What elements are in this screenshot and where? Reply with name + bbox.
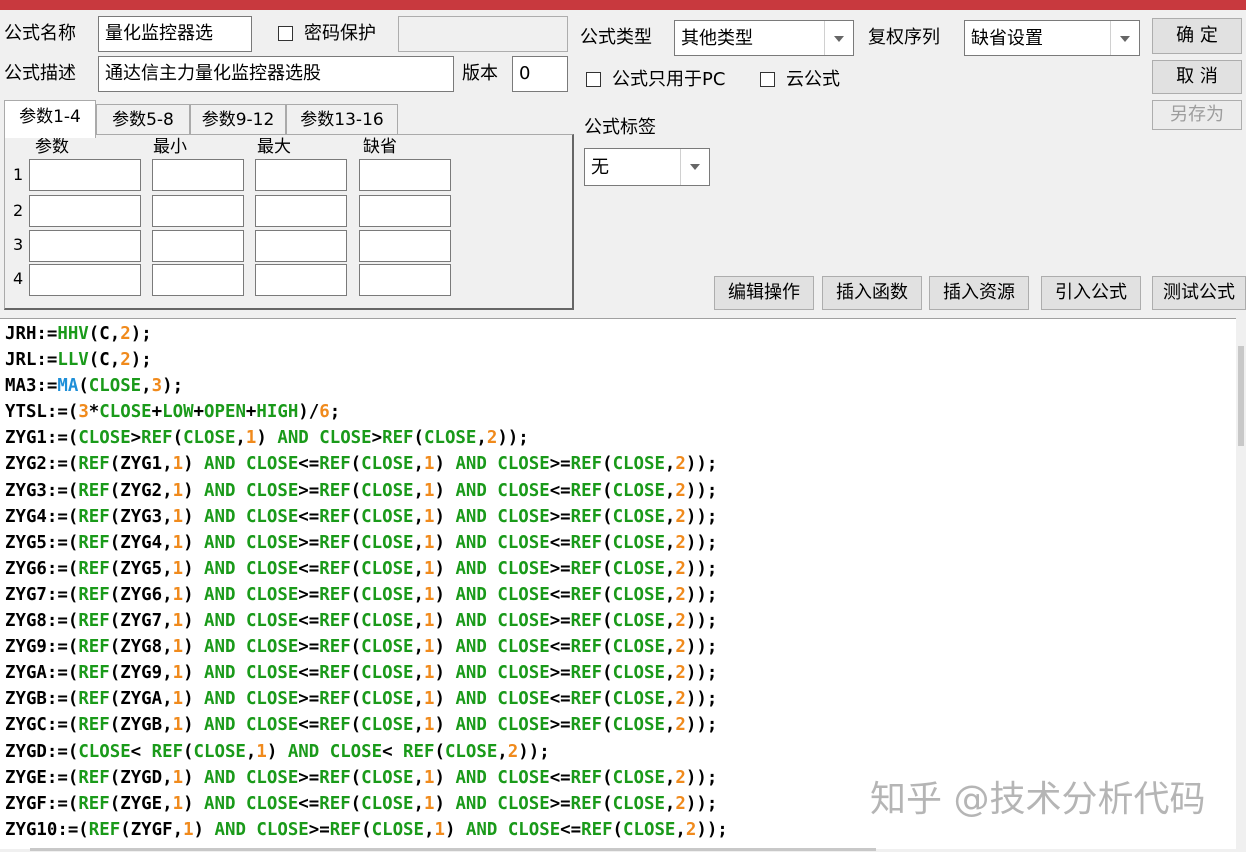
param-2-min[interactable]	[152, 195, 244, 227]
code-line[interactable]: ZYG9:=(REF(ZYG8,1) AND CLOSE>=REF(CLOSE,…	[5, 637, 717, 657]
code-line[interactable]: ZYG3:=(REF(ZYG2,1) AND CLOSE>=REF(CLOSE,…	[5, 481, 717, 501]
code-line[interactable]: ZYGA:=(REF(ZYG9,1) AND CLOSE<=REF(CLOSE,…	[5, 663, 717, 683]
adjust-select[interactable]: 缺省设置	[964, 20, 1140, 56]
param-3-name[interactable]	[29, 230, 141, 262]
param-1-name[interactable]	[29, 159, 141, 191]
code-editor[interactable]: JRH:=HHV(C,2); JRL:=LLV(C,2); MA3:=MA(CL…	[0, 318, 1236, 849]
ok-button[interactable]: 确 定	[1152, 18, 1242, 54]
code-line[interactable]: JRH:=HHV(C,2);	[5, 324, 152, 344]
param-table-panel: 参数 最小 最大 缺省 1 2 3 4	[4, 134, 574, 310]
import-formula-button[interactable]: 引入公式	[1041, 276, 1141, 310]
save-as-button[interactable]: 另存为	[1152, 100, 1242, 130]
horizontal-scrollbar[interactable]	[30, 848, 876, 851]
param-3-default[interactable]	[359, 230, 451, 262]
formula-desc-label: 公式描述	[4, 63, 76, 84]
password-input[interactable]	[398, 16, 568, 52]
code-line[interactable]: JRL:=LLV(C,2);	[5, 350, 152, 370]
code-line[interactable]: ZYG10:=(REF(ZYGF,1) AND CLOSE>=REF(CLOSE…	[5, 820, 728, 840]
param-header-name: 参数	[35, 137, 69, 157]
param-row-index: 2	[13, 201, 24, 220]
code-line[interactable]: ZYG8:=(REF(ZYG7,1) AND CLOSE<=REF(CLOSE,…	[5, 611, 717, 631]
formula-tag-label: 公式标签	[584, 117, 656, 138]
watermark: 知乎 @技术分析代码	[870, 779, 1206, 820]
param-3-max[interactable]	[255, 230, 347, 262]
version-label: 版本	[462, 63, 498, 84]
tab-params-5-8[interactable]: 参数5-8	[96, 104, 190, 134]
param-4-name[interactable]	[29, 264, 141, 296]
code-line[interactable]: ZYGC:=(REF(ZYGB,1) AND CLOSE<=REF(CLOSE,…	[5, 715, 717, 735]
cloud-checkbox[interactable]	[760, 72, 775, 87]
param-3-min[interactable]	[152, 230, 244, 262]
formula-name-label: 公式名称	[4, 23, 76, 44]
cloud-label: 云公式	[786, 69, 840, 90]
chevron-down-icon[interactable]	[1110, 21, 1139, 55]
password-label: 密码保护	[304, 23, 376, 44]
pc-only-checkbox[interactable]	[586, 72, 601, 87]
formula-tag-select[interactable]: 无	[584, 148, 710, 186]
formula-name-input[interactable]: 量化监控器选	[98, 16, 252, 52]
code-text[interactable]: JRH:=HHV(C,2); JRL:=LLV(C,2); MA3:=MA(CL…	[5, 321, 728, 843]
param-row-index: 1	[13, 165, 24, 184]
insert-resource-button[interactable]: 插入资源	[929, 276, 1029, 310]
param-header-default: 缺省	[363, 137, 397, 157]
code-line[interactable]: ZYG6:=(REF(ZYG5,1) AND CLOSE<=REF(CLOSE,…	[5, 559, 717, 579]
param-4-min[interactable]	[152, 264, 244, 296]
formula-type-value: 其他类型	[681, 28, 753, 49]
code-line[interactable]: ZYG4:=(REF(ZYG3,1) AND CLOSE<=REF(CLOSE,…	[5, 507, 717, 527]
param-2-name[interactable]	[29, 195, 141, 227]
code-line[interactable]: ZYGD:=(CLOSE< REF(CLOSE,1) AND CLOSE< RE…	[5, 742, 550, 762]
param-2-default[interactable]	[359, 195, 451, 227]
code-line[interactable]: ZYG2:=(REF(ZYG1,1) AND CLOSE<=REF(CLOSE,…	[5, 454, 717, 474]
scrollbar-thumb[interactable]	[1238, 346, 1244, 446]
param-header-min: 最小	[153, 137, 187, 157]
code-line[interactable]: YTSL:=(3*CLOSE+LOW+OPEN+HIGH)/6;	[5, 402, 340, 422]
param-4-default[interactable]	[359, 264, 451, 296]
code-line[interactable]: MA3:=MA(CLOSE,3);	[5, 376, 183, 396]
param-1-min[interactable]	[152, 159, 244, 191]
chevron-down-icon[interactable]	[680, 149, 709, 185]
param-1-default[interactable]	[359, 159, 451, 191]
code-line[interactable]: ZYG1:=(CLOSE>REF(CLOSE,1) AND CLOSE>REF(…	[5, 428, 529, 448]
code-line[interactable]: ZYGE:=(REF(ZYGD,1) AND CLOSE>=REF(CLOSE,…	[5, 768, 717, 788]
version-input[interactable]: 0	[512, 56, 568, 92]
tab-params-1-4[interactable]: 参数1-4	[4, 100, 96, 138]
edit-ops-button[interactable]: 编辑操作	[714, 276, 814, 310]
chevron-down-icon[interactable]	[824, 21, 853, 55]
formula-type-select[interactable]: 其他类型	[674, 20, 854, 56]
vertical-scrollbar[interactable]	[1236, 318, 1246, 848]
adjust-label: 复权序列	[868, 27, 940, 48]
window-title-bar	[0, 0, 1246, 10]
adjust-value: 缺省设置	[971, 28, 1043, 49]
param-header-max: 最大	[257, 137, 291, 157]
insert-function-button[interactable]: 插入函数	[822, 276, 922, 310]
cancel-button[interactable]: 取 消	[1152, 60, 1242, 94]
test-formula-button[interactable]: 测试公式	[1152, 276, 1246, 310]
code-line[interactable]: ZYG5:=(REF(ZYG4,1) AND CLOSE>=REF(CLOSE,…	[5, 533, 717, 553]
code-line[interactable]: ZYG7:=(REF(ZYG6,1) AND CLOSE>=REF(CLOSE,…	[5, 585, 717, 605]
param-1-max[interactable]	[255, 159, 347, 191]
formula-type-label: 公式类型	[580, 27, 652, 48]
tab-params-13-16[interactable]: 参数13-16	[286, 104, 398, 134]
formula-tag-value: 无	[591, 157, 609, 178]
formula-desc-input[interactable]: 通达信主力量化监控器选股	[98, 56, 454, 92]
code-line[interactable]: ZYGB:=(REF(ZYGA,1) AND CLOSE>=REF(CLOSE,…	[5, 689, 717, 709]
pc-only-label: 公式只用于PC	[612, 69, 726, 90]
param-2-max[interactable]	[255, 195, 347, 227]
param-row-index: 4	[13, 269, 24, 288]
param-row-index: 3	[13, 235, 24, 254]
param-4-max[interactable]	[255, 264, 347, 296]
password-checkbox[interactable]	[278, 26, 293, 41]
tab-params-9-12[interactable]: 参数9-12	[190, 104, 286, 134]
code-line[interactable]: ZYGF:=(REF(ZYGE,1) AND CLOSE<=REF(CLOSE,…	[5, 794, 717, 814]
